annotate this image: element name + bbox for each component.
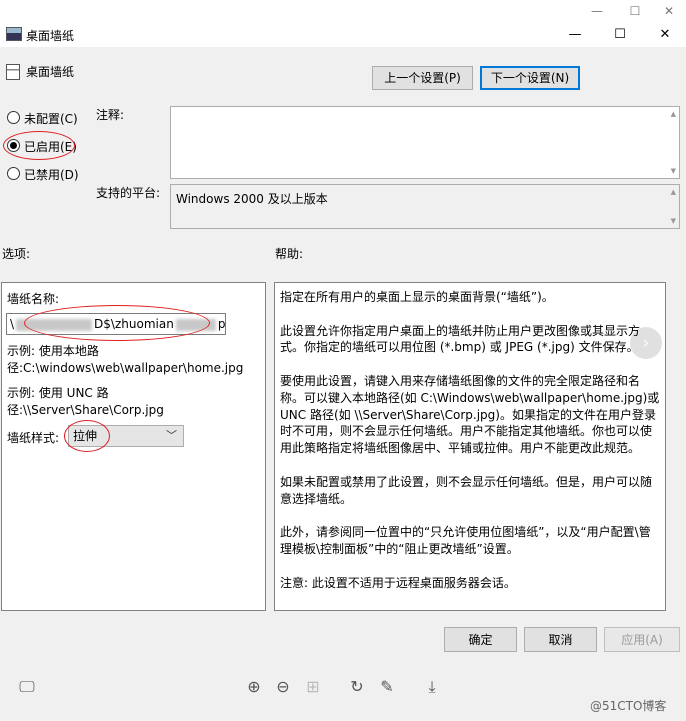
comment-textarea[interactable]: ▲ ▼ [170, 106, 680, 179]
download-icon[interactable]: ⤓ [421, 677, 443, 697]
outer-minimize-button[interactable]: — [582, 0, 612, 22]
redacted-path-part [16, 318, 93, 331]
options-label: 选项: [2, 247, 31, 261]
comment-scroll-up-icon[interactable]: ▲ [671, 110, 676, 118]
help-paragraph: 如果未配置或禁用了此设置，则不会显示任何墙纸。但是，用户可以随意选择墙纸。 [280, 474, 653, 506]
help-panel: 指定在所有用户的桌面上显示的桌面背景(“墙纸”)。 此设置允许你指定用户桌面上的… [274, 282, 666, 611]
apply-button[interactable]: 应用(A) [604, 627, 680, 652]
platform-box: Windows 2000 及以上版本 ▲ ▼ [170, 184, 680, 229]
zoom-in-icon[interactable]: ⊕ [243, 677, 265, 696]
help-paragraph: 此外，请参阅同一位置中的“只允许使用位图墙纸”，以及“用户配置\管理模板\控制面… [280, 525, 651, 556]
policy-app-icon [6, 27, 22, 41]
comment-scroll-down-icon[interactable]: ▼ [671, 167, 676, 175]
next-setting-button[interactable]: 下一个设置(N) [480, 66, 580, 90]
wallpaper-name-input[interactable]: \ D$\zhuomian p [6, 313, 226, 335]
outer-close-button[interactable]: ✕ [654, 0, 684, 22]
maximize-button[interactable]: ☐ [598, 22, 642, 47]
help-paragraph: 注意: 此设置不适用于远程桌面服务器会话。 [280, 575, 516, 590]
dialog-title: 桌面墙纸 [26, 29, 75, 43]
chevron-down-icon: ﹀ [166, 429, 177, 442]
close-button[interactable]: ✕ [643, 22, 686, 47]
disabled-radio[interactable] [7, 167, 20, 180]
help-paragraph: 此设置允许你指定用户桌面上的墙纸并防止用户更改图像或其显示方式。你指定的墙纸可以… [280, 323, 641, 355]
monitor-icon[interactable]: 🖵 [16, 677, 38, 697]
wallpaper-style-label: 墙纸样式: [7, 431, 60, 445]
rotate-icon[interactable]: ↻ [346, 677, 368, 696]
platform-scroll-up-icon[interactable]: ▲ [671, 188, 676, 196]
outer-titlebar: — ☐ ✕ [0, 0, 686, 22]
example-local-text: 示例: 使用本地路径:C:\windows\web\wallpaper\home… [7, 344, 244, 375]
example-unc-text: 示例: 使用 UNC 路径:\\Server\Share\Corp.jpg [7, 386, 164, 417]
platform-label: 支持的平台: [96, 186, 161, 200]
dialog-titlebar: 桌面墙纸 — ☐ ✕ [0, 22, 686, 47]
outer-maximize-button[interactable]: ☐ [620, 0, 650, 22]
enabled-label[interactable]: 已启用(E) [24, 138, 77, 155]
redacted-filename-part [175, 318, 216, 331]
platform-scroll-down-icon[interactable]: ▼ [671, 217, 676, 225]
fit-icon[interactable]: ⊞ [302, 677, 324, 696]
previous-setting-button[interactable]: 上一个设置(P) [372, 66, 473, 90]
edit-icon[interactable]: ✎ [376, 677, 398, 696]
wallpaper-name-label: 墙纸名称: [7, 292, 60, 306]
wallpaper-style-select[interactable]: 拉伸 ﹀ [68, 425, 184, 447]
help-text: 指定在所有用户的桌面上显示的桌面背景(“墙纸”)。 此设置允许你指定用户桌面上的… [275, 283, 665, 591]
help-paragraph: 指定在所有用户的桌面上显示的桌面背景(“墙纸”)。 [280, 290, 554, 304]
not-configured-label[interactable]: 未配置(C) [24, 110, 78, 127]
policy-name: 桌面墙纸 [26, 65, 75, 79]
wallpaper-name-prefix: \ [10, 317, 15, 331]
watermark: @51CTO博客 [590, 699, 667, 713]
minimize-button[interactable]: — [553, 22, 597, 47]
wallpaper-style-value: 拉伸 [73, 429, 98, 443]
not-configured-radio[interactable] [7, 111, 20, 124]
cancel-button[interactable]: 取消 [524, 627, 597, 652]
zoom-out-icon[interactable]: ⊖ [272, 677, 294, 696]
help-label: 帮助: [275, 247, 304, 261]
help-paragraph: 要使用此设置，请键入用来存储墙纸图像的文件的完全限定路径和名称。可以键入本地路径… [280, 373, 660, 456]
platform-value: Windows 2000 及以上版本 [176, 192, 328, 206]
options-panel: 墙纸名称: \ D$\zhuomian p 示例: 使用本地路径:C:\window… [1, 282, 266, 611]
wallpaper-name-suffix: p [217, 317, 226, 331]
ok-button[interactable]: 确定 [444, 627, 517, 652]
comment-label: 注释: [96, 108, 125, 122]
next-image-arrow-icon[interactable]: › [630, 327, 662, 359]
wallpaper-name-visible: D$\zhuomian [94, 317, 174, 331]
enabled-radio[interactable] [7, 139, 20, 152]
policy-setting-icon [6, 64, 20, 80]
disabled-label[interactable]: 已禁用(D) [24, 166, 79, 183]
